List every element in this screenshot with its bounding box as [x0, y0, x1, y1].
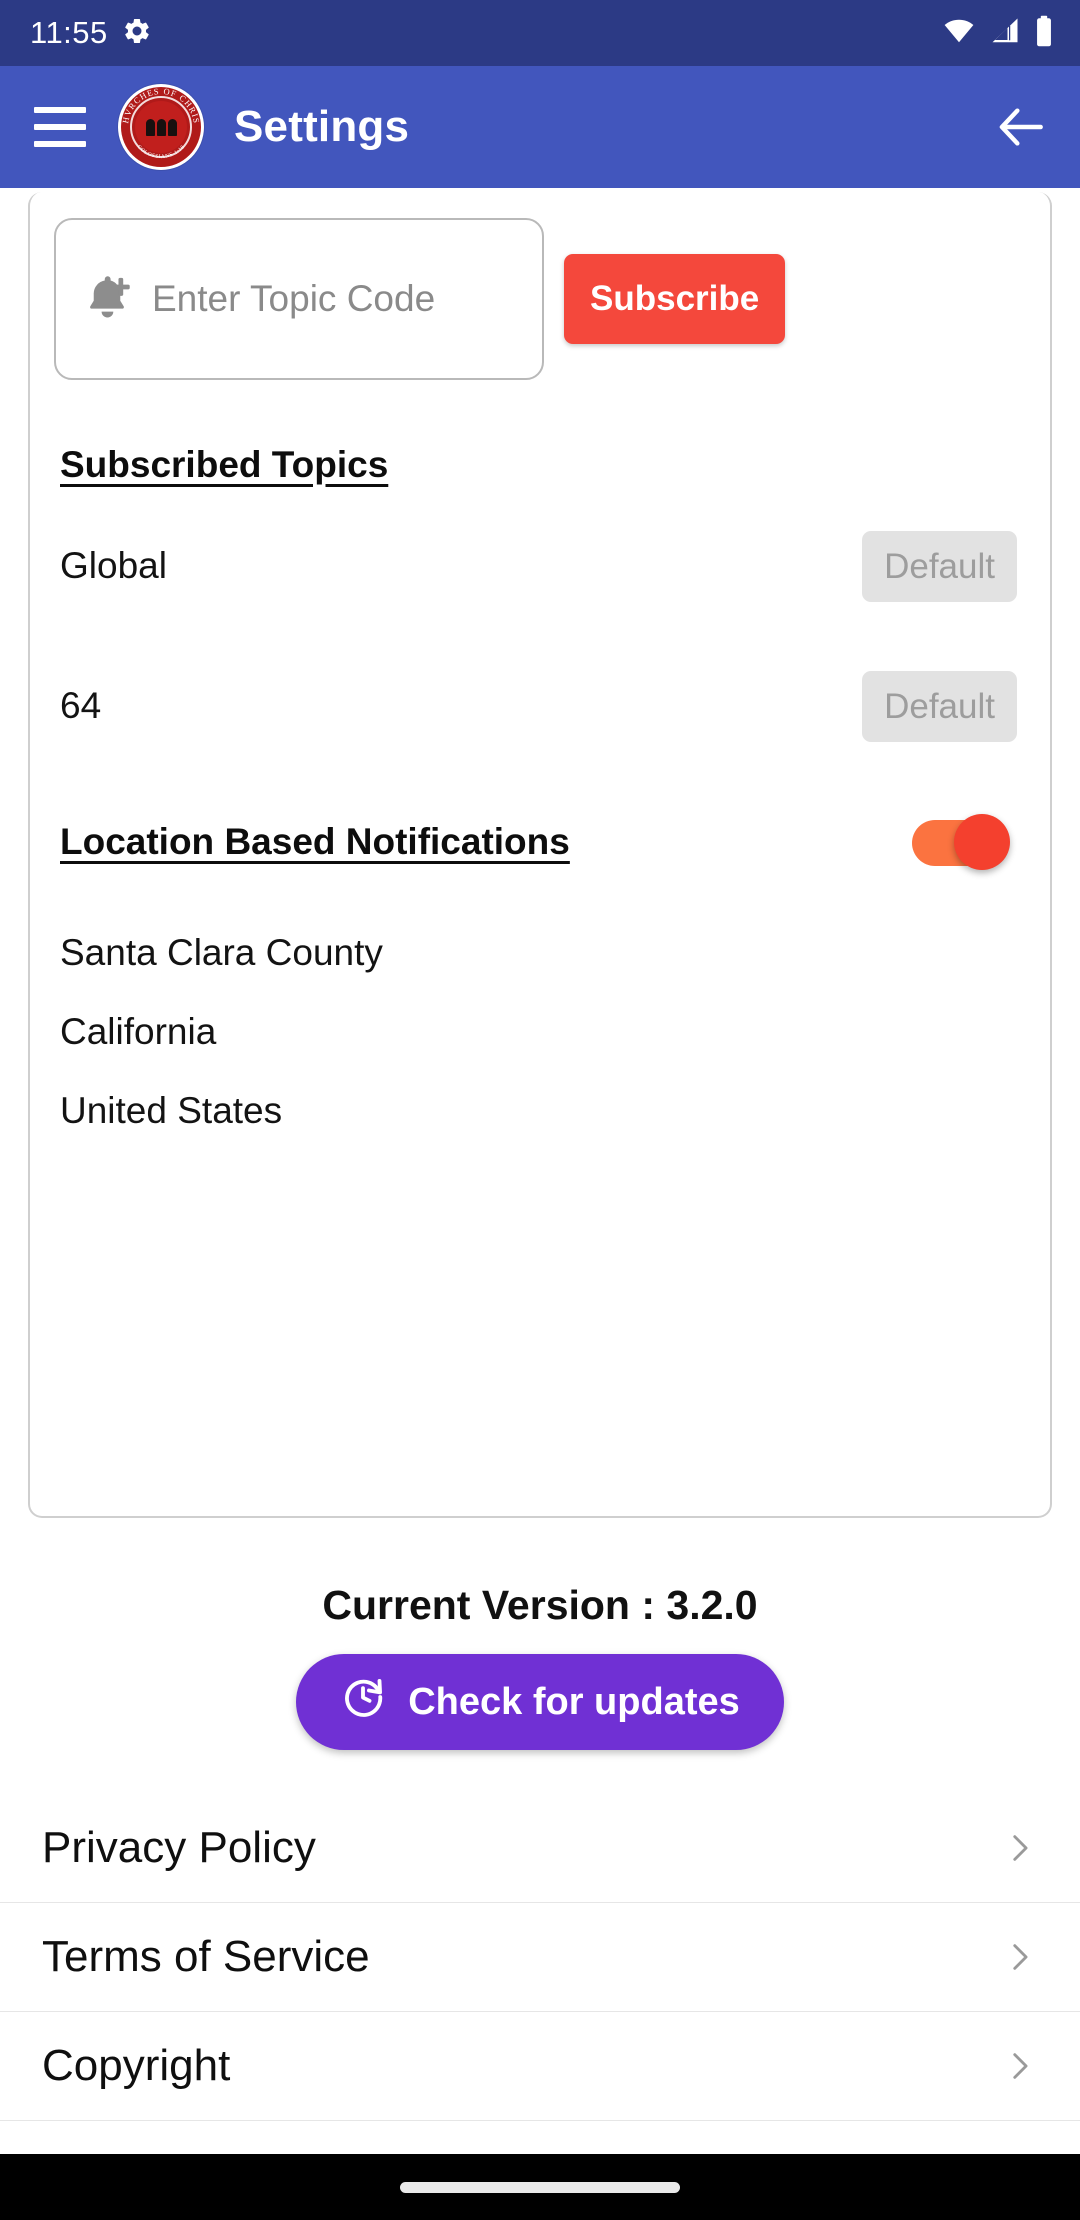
update-button-container: Check for updates — [0, 1654, 1080, 1750]
notifications-card: Subscribe Subscribed Topics Global Defau… — [28, 192, 1052, 1518]
list-item: California — [60, 1011, 217, 1052]
table-row[interactable]: Global Default — [30, 506, 1050, 626]
link-row-terms-of-service[interactable]: Terms of Service — [0, 1903, 1080, 2012]
topic-code-field[interactable] — [54, 218, 686, 380]
back-arrow-icon[interactable] — [994, 99, 1050, 155]
status-bar-left: 11:55 — [30, 15, 152, 51]
list-item: Santa Clara County — [60, 932, 383, 973]
home-gesture-pill[interactable] — [400, 2181, 680, 2193]
svg-text:COLOSSIANS 1:18: COLOSSIANS 1:18 — [136, 144, 187, 160]
location-notifications-toggle[interactable] — [912, 814, 1010, 870]
phone-screen: 11:55 HVRCHES OF CHRIS COLOSSIANS 1:18 S… — [0, 0, 1080, 2220]
app-bar: CHVRCHES OF CHRIST COLOSSIANS 1:18 Setti… — [0, 66, 1080, 188]
status-bar-right — [942, 15, 1054, 52]
hamburger-menu-icon[interactable] — [34, 107, 86, 147]
link-label: Copyright — [42, 2041, 231, 2090]
link-row-copyright[interactable]: Copyright — [0, 2012, 1080, 2121]
status-bar: 11:55 — [0, 0, 1080, 66]
system-navigation-bar — [0, 2154, 1080, 2220]
status-bar-clock: 11:55 — [30, 15, 108, 50]
update-clock-icon — [340, 1674, 386, 1730]
current-version-label: Current Version : 3.2.0 — [322, 1582, 758, 1628]
topic-name: Global — [60, 545, 167, 586]
subscribed-topics-section: Subscribed Topics Global Default 64 Defa… — [30, 444, 1050, 766]
list-item: United States — [60, 1090, 283, 1131]
link-label: Privacy Policy — [42, 1823, 316, 1872]
status-badge[interactable]: Default — [862, 670, 1017, 742]
location-notifications-heading: Location Based Notifications — [60, 821, 570, 862]
settings-scroll-area[interactable]: Subscribe Subscribed Topics Global Defau… — [0, 188, 1080, 2199]
gear-icon — [122, 16, 152, 51]
subscribed-topics-heading: Subscribed Topics — [60, 444, 389, 485]
chevron-right-icon — [1002, 2049, 1036, 2083]
page-title: Settings — [234, 102, 410, 151]
topic-code-input[interactable] — [152, 278, 628, 320]
svg-text:CHVRCHES OF CHRIST: CHVRCHES OF CHRIST — [118, 84, 202, 125]
wifi-icon — [942, 16, 976, 51]
topic-entry-row: Subscribe — [30, 192, 1050, 380]
table-row[interactable]: 64 Default — [30, 646, 1050, 766]
check-for-updates-label: Check for updates — [408, 1680, 740, 1723]
location-list: Santa Clara County California United Sta… — [30, 914, 1050, 1150]
check-for-updates-button[interactable]: Check for updates — [296, 1654, 784, 1750]
toggle-knob — [954, 814, 1010, 870]
status-badge[interactable]: Default — [862, 530, 1017, 602]
chevron-right-icon — [1002, 1940, 1036, 1974]
link-label: Terms of Service — [42, 1932, 370, 1981]
location-notifications-section: Location Based Notifications — [30, 814, 1050, 870]
cellular-signal-icon — [989, 16, 1021, 51]
subscribe-button[interactable]: Subscribe — [564, 254, 786, 344]
topic-name: 64 — [60, 685, 102, 726]
bell-plus-icon — [80, 271, 134, 327]
battery-icon — [1034, 15, 1054, 52]
chevron-right-icon — [1002, 1831, 1036, 1865]
churches-of-christ-seal-logo: CHVRCHES OF CHRIST COLOSSIANS 1:18 — [118, 84, 204, 170]
link-row-privacy-policy[interactable]: Privacy Policy — [0, 1794, 1080, 1903]
